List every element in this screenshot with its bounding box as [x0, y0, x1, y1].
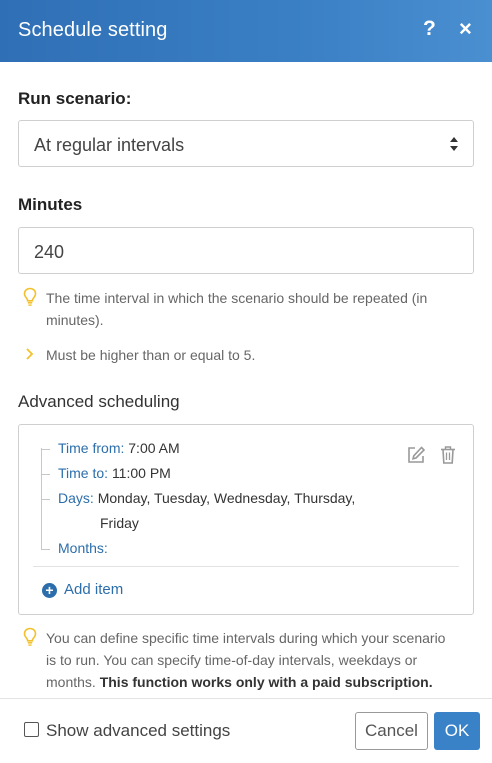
advanced-info-line3: months. This function works only with a …	[46, 671, 433, 693]
days-label: Days:	[58, 490, 94, 506]
time-to-value: 11:00 PM	[111, 465, 171, 481]
chevron-right-icon	[26, 348, 34, 360]
days-value-continued: Friday	[100, 515, 139, 531]
minutes-validation: Must be higher than or equal to 5.	[46, 347, 256, 363]
time-from-label: Time from:	[58, 440, 125, 456]
edit-icon[interactable]	[406, 445, 426, 465]
time-to-label: Time to:	[58, 465, 109, 481]
days-row: Days: Monday, Tuesday, Wednesday, Thursd…	[58, 490, 355, 506]
tree-branch	[41, 499, 50, 500]
time-to-row: Time to: 11:00 PM	[58, 465, 171, 481]
months-label: Months:	[58, 540, 108, 556]
select-arrows-icon	[450, 137, 458, 151]
cancel-button[interactable]: Cancel	[355, 712, 428, 750]
advanced-scheduling-box: Time from: 7:00 AM Time to: 11:00 PM Day…	[18, 424, 474, 615]
lightbulb-icon	[23, 627, 37, 646]
time-from-value: 7:00 AM	[128, 440, 180, 456]
lightbulb-icon	[23, 287, 37, 306]
run-scenario-label: Run scenario:	[18, 89, 132, 108]
show-advanced-label[interactable]: Show advanced settings	[46, 721, 230, 741]
advanced-info-line1: You can define specific time intervals d…	[46, 630, 446, 646]
paid-subscription-note: This function works only with a paid sub…	[99, 674, 433, 690]
help-icon[interactable]: ?	[423, 17, 436, 41]
dialog-footer: Show advanced settings Cancel OK	[0, 698, 492, 763]
run-scenario-value: At regular intervals	[34, 135, 185, 155]
tree-branch	[41, 449, 50, 450]
trash-icon[interactable]	[440, 445, 456, 465]
add-circle-icon: +	[42, 583, 57, 598]
minutes-hint: The time interval in which the scenario …	[46, 290, 428, 328]
tree-branch	[41, 549, 50, 550]
days-value: Monday, Tuesday, Wednesday, Thursday,	[97, 490, 356, 506]
run-scenario-select[interactable]: At regular intervals	[18, 120, 474, 167]
divider	[33, 566, 459, 567]
dialog-header: Schedule setting ? ×	[0, 0, 492, 62]
minutes-input[interactable]: 240	[18, 227, 474, 274]
minutes-value: 240	[34, 242, 65, 262]
advanced-scheduling-title: Advanced scheduling	[18, 392, 180, 411]
ok-button[interactable]: OK	[434, 712, 480, 750]
show-advanced-checkbox[interactable]	[24, 722, 39, 737]
add-item-button[interactable]: + Add item	[42, 581, 123, 598]
advanced-info-prefix: months.	[46, 674, 96, 690]
advanced-info-line2: is to run. You can specify time-of-day i…	[46, 652, 418, 668]
minutes-label: Minutes	[18, 195, 83, 214]
time-from-row: Time from: 7:00 AM	[58, 440, 180, 456]
tree-branch	[41, 474, 50, 475]
months-row: Months:	[58, 540, 108, 556]
close-icon[interactable]: ×	[459, 16, 472, 42]
dialog-title: Schedule setting	[18, 19, 168, 41]
add-item-label: Add item	[64, 581, 124, 598]
